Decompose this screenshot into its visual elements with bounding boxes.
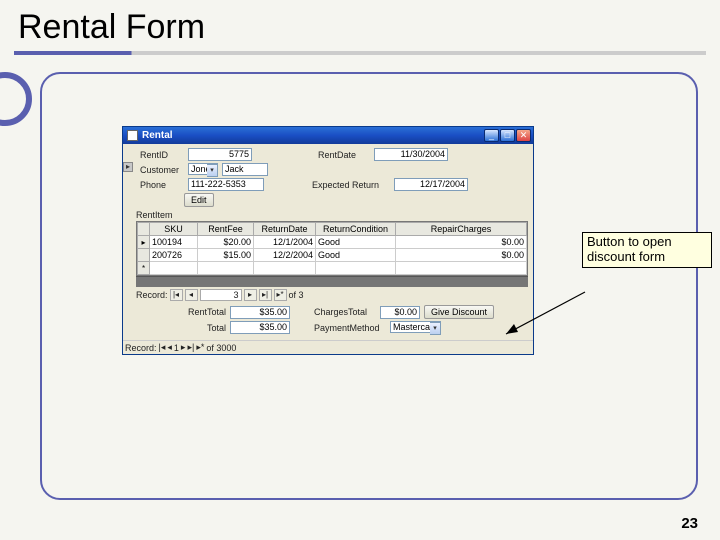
outer-record-navigator: Record: |◂ ◂ 1 ▸ ▸| ▸* of 3000 xyxy=(123,340,533,354)
inner-record-navigator: Record: |◂ ◂ 3 ▸ ▸| ▸* of 3 xyxy=(136,289,530,301)
nav-prev-button[interactable]: ◂ xyxy=(167,342,172,353)
maximize-button[interactable]: □ xyxy=(500,129,515,142)
cell-repair[interactable]: $0.00 xyxy=(396,236,527,249)
titlebar[interactable]: Rental _ □ ✕ xyxy=(123,127,533,144)
col-repaircharges[interactable]: RepairCharges xyxy=(396,223,527,236)
nav-first-button[interactable]: |◂ xyxy=(159,342,166,353)
rent-date-label: RentDate xyxy=(318,150,370,160)
phone-field[interactable]: 111-222-5353 xyxy=(188,178,264,191)
nav-prev-button[interactable]: ◂ xyxy=(185,289,198,301)
table-row[interactable]: ▸ 100194 $20.00 12/1/2004 Good $0.00 xyxy=(138,236,527,249)
record-selector-icon[interactable]: ▸ xyxy=(123,162,133,172)
nav-of-label: of 3000 xyxy=(206,343,236,353)
cell-returndate[interactable]: 12/1/2004 xyxy=(254,236,316,249)
give-discount-button[interactable]: Give Discount xyxy=(424,305,494,319)
cell-sku[interactable]: 200726 xyxy=(150,249,198,262)
rentitem-subform-label: RentItem xyxy=(136,210,530,220)
nav-current-field[interactable]: 1 xyxy=(174,343,179,353)
nav-label: Record: xyxy=(125,343,157,353)
rent-total-field: $35.00 xyxy=(230,306,290,319)
cell-fee[interactable]: $15.00 xyxy=(198,249,254,262)
cell-repair[interactable]: $0.00 xyxy=(396,249,527,262)
nav-last-button[interactable]: ▸| xyxy=(187,342,194,353)
nav-first-button[interactable]: |◂ xyxy=(170,289,183,301)
rent-total-label: RentTotal xyxy=(166,307,226,317)
charges-total-label: ChargesTotal xyxy=(314,307,376,317)
minimize-button[interactable]: _ xyxy=(484,129,499,142)
row-selector[interactable] xyxy=(138,249,150,262)
charges-total-field: $0.00 xyxy=(380,306,420,319)
total-label: Total xyxy=(166,323,226,333)
payment-method-label: PaymentMethod xyxy=(314,323,386,333)
cell-returndate[interactable]: 12/2/2004 xyxy=(254,249,316,262)
col-returncondition[interactable]: ReturnCondition xyxy=(316,223,396,236)
window-title: Rental xyxy=(142,130,173,141)
nav-new-button[interactable]: ▸* xyxy=(196,342,204,353)
cell-sku[interactable]: 100194 xyxy=(150,236,198,249)
nav-label: Record: xyxy=(136,290,168,300)
callout-arrow-icon xyxy=(500,290,590,340)
app-icon xyxy=(127,130,138,141)
subform-scrollbar[interactable] xyxy=(136,276,528,287)
col-returndate[interactable]: ReturnDate xyxy=(254,223,316,236)
expected-return-field[interactable]: 12/17/2004 xyxy=(394,178,468,191)
customer-label: Customer xyxy=(140,165,184,175)
chevron-down-icon[interactable]: ▾ xyxy=(207,164,218,177)
table-new-row[interactable]: * xyxy=(138,262,527,275)
grid-header-row: SKU RentFee ReturnDate ReturnCondition R… xyxy=(138,223,527,236)
slide-underline xyxy=(14,51,706,55)
total-field: $35.00 xyxy=(230,321,290,334)
row-selector-icon[interactable]: ▸ xyxy=(138,236,150,249)
close-button[interactable]: ✕ xyxy=(516,129,531,142)
nav-new-button[interactable]: ▸* xyxy=(274,289,287,301)
page-number: 23 xyxy=(681,515,698,532)
nav-next-button[interactable]: ▸ xyxy=(244,289,257,301)
callout-box: Button to open discount form xyxy=(582,232,712,268)
col-rentfee[interactable]: RentFee xyxy=(198,223,254,236)
cell-fee[interactable]: $20.00 xyxy=(198,236,254,249)
edit-button[interactable]: Edit xyxy=(184,193,214,207)
nav-last-button[interactable]: ▸| xyxy=(259,289,272,301)
table-row[interactable]: 200726 $15.00 12/2/2004 Good $0.00 xyxy=(138,249,527,262)
slide-body: Rental _ □ ✕ ▸ RentID 5775 RentDate 11/3… xyxy=(40,72,698,500)
phone-label: Phone xyxy=(140,180,184,190)
nav-next-button[interactable]: ▸ xyxy=(181,342,186,353)
rental-window: Rental _ □ ✕ ▸ RentID 5775 RentDate 11/3… xyxy=(122,126,534,355)
cell-condition[interactable]: Good xyxy=(316,249,396,262)
col-sku[interactable]: SKU xyxy=(150,223,198,236)
customer-firstname-field[interactable]: Jack xyxy=(222,163,268,176)
rentitem-grid: SKU RentFee ReturnDate ReturnCondition R… xyxy=(136,221,528,276)
nav-of-label: of 3 xyxy=(289,290,304,300)
slide-circle-decoration xyxy=(0,72,32,126)
chevron-down-icon[interactable]: ▾ xyxy=(430,322,441,335)
cell-condition[interactable]: Good xyxy=(316,236,396,249)
slide-title: Rental Form xyxy=(0,0,720,51)
rent-id-field[interactable]: 5775 xyxy=(188,148,252,161)
rent-date-field[interactable]: 11/30/2004 xyxy=(374,148,448,161)
grid-rowheader-blank xyxy=(138,223,150,236)
new-row-marker-icon[interactable]: * xyxy=(138,262,150,275)
expected-return-label: Expected Return xyxy=(312,180,390,190)
nav-current-field[interactable]: 3 xyxy=(200,289,242,301)
rent-id-label: RentID xyxy=(140,150,184,160)
